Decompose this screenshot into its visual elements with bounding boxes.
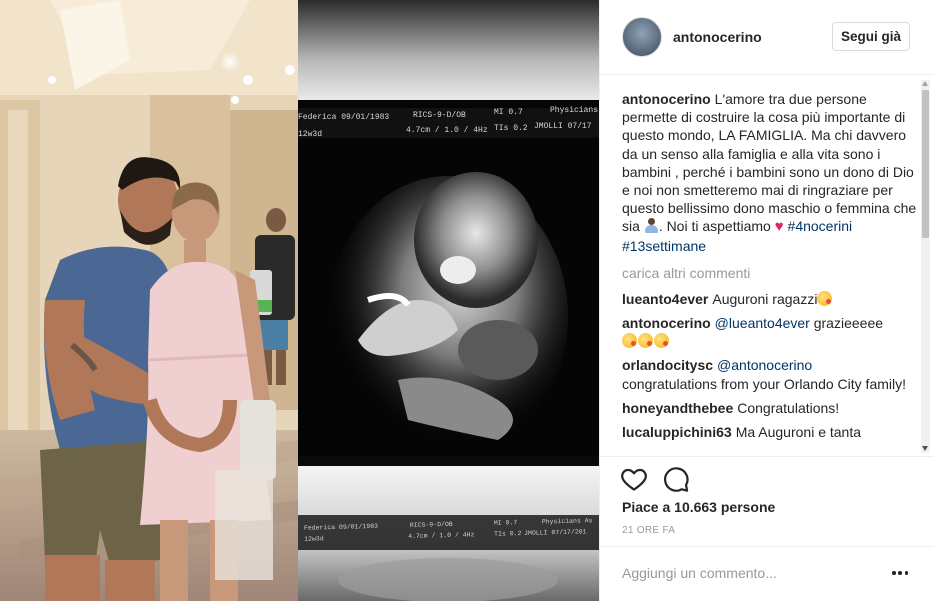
post-actions: Piace a 10.663 persone 21 ORE FA	[600, 456, 934, 556]
ultrasound-patient: Federica 09/01/1983	[298, 113, 389, 122]
post-header: antonocerino Segui già	[600, 0, 934, 75]
kiss-face-emoji-icon	[817, 290, 833, 306]
comment-icon[interactable]	[662, 465, 690, 493]
comment-text: Ma Auguroni e tanta	[735, 424, 862, 441]
comment-item: lucaluppichini63 Ma Auguroni e tanta	[622, 423, 918, 441]
add-comment-section	[600, 546, 934, 601]
dot	[898, 571, 902, 575]
ultrasound-depth: 4.7cm / 1.0 / 4Hz	[406, 126, 488, 135]
scroll-thumb[interactable]	[922, 90, 929, 238]
ultrasound-tis: TIs 0.2	[494, 124, 528, 133]
caption-text: L'amore tra due persone permette di cost…	[622, 91, 917, 235]
load-more-comments[interactable]: carica altri commenti	[622, 265, 918, 281]
ultrasound-bottom-weeks: 12w3d	[304, 535, 324, 543]
comment-text: Congratulations!	[737, 399, 840, 416]
comment-mention[interactable]: @lueanto4ever	[715, 315, 810, 331]
comment-item: orlandocitysc @antonocerino congratulatio…	[622, 356, 918, 392]
ultrasound-bottom-tis: TIs 0.2	[494, 530, 522, 538]
post-sidebar: antonocerino Segui già antonocerino L'amo…	[599, 0, 934, 601]
ultrasound-physicians: Physicians	[550, 106, 598, 115]
add-comment-input[interactable]	[622, 561, 877, 585]
comment-item: honeyandthebee Congratulations!	[622, 399, 918, 417]
heart-emoji-icon: ♥	[774, 218, 784, 236]
ultrasound-bottom-code: RICS-9-D/OB	[410, 521, 453, 529]
dot	[892, 571, 896, 575]
comment-text: congratulations from your Orlando City f…	[622, 375, 906, 392]
scroll-down-arrow-icon[interactable]	[922, 446, 928, 451]
kiss-face-emoji-icon	[654, 333, 669, 349]
comment-item: lueanto4ever Auguroni ragazzi	[622, 290, 918, 308]
comment-username[interactable]: antonocerino	[622, 315, 711, 331]
post-author-username[interactable]: antonocerino	[673, 29, 762, 45]
hashtag-4nocerini[interactable]: #4nocerini	[788, 218, 853, 234]
comment-text: grazieeeee	[813, 315, 884, 332]
likes-count[interactable]: Piace a 10.663 persone	[622, 499, 775, 515]
dot	[904, 571, 908, 575]
person-emoji-icon	[644, 218, 659, 234]
ultrasound-mi: MI 0.7	[494, 108, 523, 117]
more-options-icon[interactable]	[892, 563, 908, 583]
comments-scrollbar[interactable]	[921, 80, 930, 453]
comment-username[interactable]: lucaluppichini63	[622, 424, 732, 440]
caption-text-mid: . Noi ti aspettiamo	[658, 218, 775, 235]
ultrasound-illustration: Federica 09/01/1983 RICS-9-D/OB MI 0.7 P…	[298, 0, 599, 601]
ultrasound-code: RICS-9-D/OB	[413, 111, 466, 120]
comment-mention[interactable]: @antonocerino	[717, 357, 812, 373]
ultrasound-photo: Federica 09/01/1983 RICS-9-D/OB MI 0.7 P…	[298, 0, 599, 601]
comments-list: antonocerino L'amore tra due persone perm…	[622, 82, 918, 453]
comment-item: antonocerino @lueanto4ever grazieeeee	[622, 314, 918, 350]
ultrasound-bottom-mi: MI 0.7	[494, 519, 518, 527]
post-timestamp[interactable]: 21 ORE FA	[622, 525, 675, 536]
comment-username[interactable]: orlandocitysc	[622, 357, 713, 373]
avatar[interactable]	[622, 17, 662, 57]
ultrasound-weeks: 12w3d	[298, 130, 322, 139]
comment-username[interactable]: honeyandthebee	[622, 400, 733, 416]
kiss-face-emoji-icon	[622, 333, 637, 349]
hashtag-13settimane[interactable]: #13settimane	[622, 238, 706, 254]
couple-photo-illustration	[0, 0, 298, 601]
comment-username[interactable]: lueanto4ever	[622, 291, 708, 307]
couple-photo	[0, 0, 298, 601]
ultrasound-bottom-physicians: Physicians As	[542, 517, 593, 525]
post-media[interactable]: Federica 09/01/1983 RICS-9-D/OB MI 0.7 P…	[0, 0, 599, 601]
heart-icon[interactable]	[620, 465, 648, 493]
caption-username[interactable]: antonocerino	[622, 91, 711, 107]
kiss-face-emoji-icon	[638, 333, 653, 349]
follow-button[interactable]: Segui già	[832, 22, 910, 51]
ultrasound-operator: JMOLLI 07/17	[534, 122, 592, 131]
post-caption: antonocerino L'amore tra due persone perm…	[622, 90, 918, 255]
comment-text: Auguroni ragazzi	[712, 290, 818, 307]
scroll-up-arrow-icon[interactable]	[922, 81, 928, 86]
